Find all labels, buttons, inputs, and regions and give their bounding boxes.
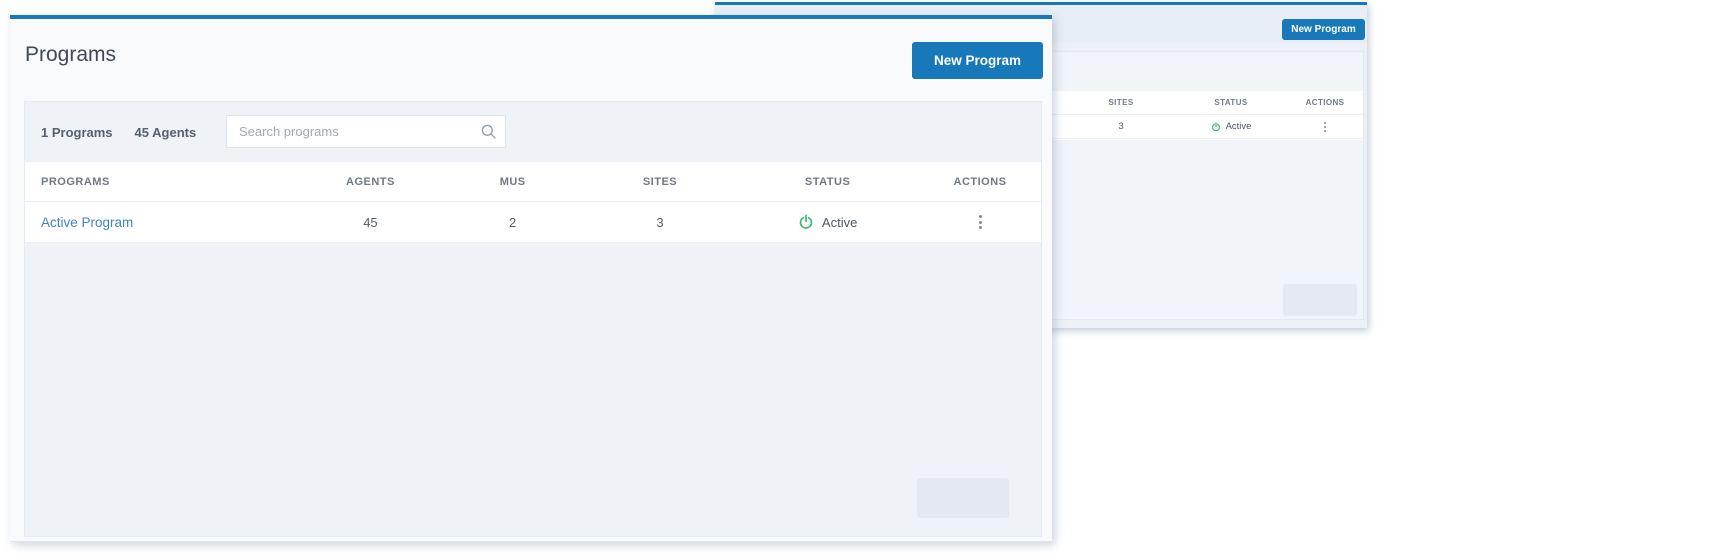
actions-cell bbox=[919, 213, 1041, 230]
programs-card: 1 Programs 45 Agents PROGRAMS AGENTS MUS bbox=[24, 101, 1042, 537]
row-actions-menu[interactable] bbox=[979, 213, 982, 230]
column-header-status: STATUS bbox=[1175, 98, 1287, 107]
sites-cell: 3 bbox=[584, 215, 736, 230]
watermark bbox=[1283, 284, 1357, 316]
search-input[interactable] bbox=[226, 115, 506, 148]
status-cell: Active bbox=[736, 214, 919, 230]
column-header-sites: SITES bbox=[1067, 98, 1175, 107]
column-header-actions: ACTIONS bbox=[919, 176, 1041, 188]
programs-toolbar: 1 Programs 45 Agents bbox=[25, 102, 1041, 162]
page-title: Programs bbox=[25, 43, 116, 67]
power-icon bbox=[1211, 122, 1221, 132]
power-icon bbox=[798, 214, 814, 230]
table-header-row: PROGRAMS AGENTS MUS SITES STATUS ACTIONS bbox=[25, 162, 1041, 202]
mus-cell: 2 bbox=[442, 215, 584, 230]
column-header-agents: AGENTS bbox=[299, 176, 441, 188]
programs-panel: Programs New Program 1 Programs 45 Agent… bbox=[10, 15, 1052, 542]
row-actions-menu[interactable] bbox=[1324, 121, 1326, 133]
column-header-sites: SITES bbox=[584, 176, 736, 188]
table-row: Active Program 45 2 3 Active bbox=[25, 202, 1041, 243]
actions-cell bbox=[1287, 121, 1363, 133]
sites-cell: 3 bbox=[1067, 121, 1175, 132]
watermark bbox=[917, 478, 1009, 518]
new-program-button[interactable]: New Program bbox=[912, 42, 1043, 79]
search-box bbox=[226, 115, 506, 148]
counts: 1 Programs 45 Agents bbox=[41, 125, 196, 140]
status-label: Active bbox=[1226, 121, 1252, 132]
column-header-mus: MUS bbox=[442, 176, 584, 188]
page: New Program SITES STATUS ACTIONS 3 bbox=[0, 0, 1729, 556]
column-header-status: STATUS bbox=[736, 176, 919, 188]
agents-cell: 45 bbox=[299, 215, 441, 230]
column-header-actions: ACTIONS bbox=[1287, 98, 1363, 107]
programs-count: 1 Programs bbox=[41, 125, 113, 140]
status-cell: Active bbox=[1175, 121, 1287, 132]
column-header-programs: PROGRAMS bbox=[25, 176, 299, 188]
search-icon bbox=[480, 123, 497, 140]
agents-count: 45 Agents bbox=[135, 125, 197, 140]
program-name-link[interactable]: Active Program bbox=[41, 215, 133, 230]
programs-table: PROGRAMS AGENTS MUS SITES STATUS ACTIONS… bbox=[25, 162, 1041, 243]
new-program-button-small[interactable]: New Program bbox=[1282, 19, 1365, 40]
status-label: Active bbox=[822, 215, 857, 230]
